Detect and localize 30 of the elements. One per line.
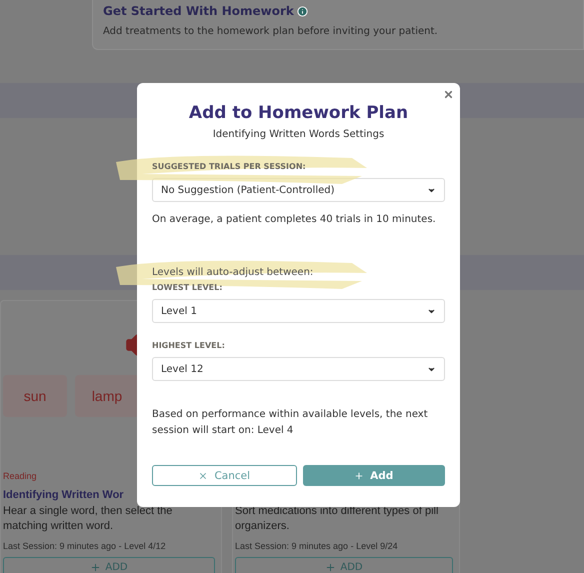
next-level-text: Based on performance within available levels, the next session will start on: Level 4 <box>152 408 429 438</box>
close-icon <box>198 470 208 480</box>
levels-intro: Levels will auto-adjust between: <box>152 267 445 278</box>
field-label: HIGHEST LEVEL: <box>152 341 226 350</box>
dropdown-select[interactable]: Level 1 <box>152 299 445 323</box>
intro-title: Get Started With Homework <box>103 4 294 18</box>
plus-icon <box>90 562 102 573</box>
dropdown-select[interactable]: Level 12 <box>152 357 445 381</box>
dropdown-select[interactable]: No Suggestion (Patient-Controlled) <box>152 178 445 202</box>
last-session: Last Session: 9 minutes ago - Level 9/24 <box>235 541 399 551</box>
info-icon[interactable] <box>296 6 308 16</box>
last-session: Last Session: 9 minutes ago - Level 4/12 <box>3 541 167 551</box>
card-category: Reading <box>3 471 37 481</box>
card-title: Identifying Written Wor <box>3 489 124 501</box>
card-description: Hear a single word, then select the matching written word. <box>3 504 174 534</box>
add-button[interactable]: Add <box>302 465 445 486</box>
close-icon[interactable] <box>443 89 454 100</box>
modal-subtitle: Identifying Written Words Settings <box>212 129 386 140</box>
plus-icon <box>325 562 336 573</box>
word-tile[interactable]: lamp <box>75 375 139 417</box>
field-label: SUGGESTED TRIALS PER SESSION: <box>152 162 445 171</box>
word-tile[interactable]: sun <box>3 375 67 417</box>
intro-text: Add treatments to the homework plan before inviting your patient. <box>103 26 439 37</box>
add-button[interactable]: ADD <box>235 557 453 573</box>
cancel-button[interactable]: Cancel <box>152 465 296 486</box>
plus-icon <box>354 470 364 480</box>
field-label: LOWEST LEVEL: <box>152 283 224 292</box>
info-text: On average, a patient completes 40 trials in 10 minutes. <box>152 214 437 225</box>
add-button[interactable]: ADD <box>3 557 215 573</box>
modal-title: Add to Homework Plan <box>188 103 410 123</box>
